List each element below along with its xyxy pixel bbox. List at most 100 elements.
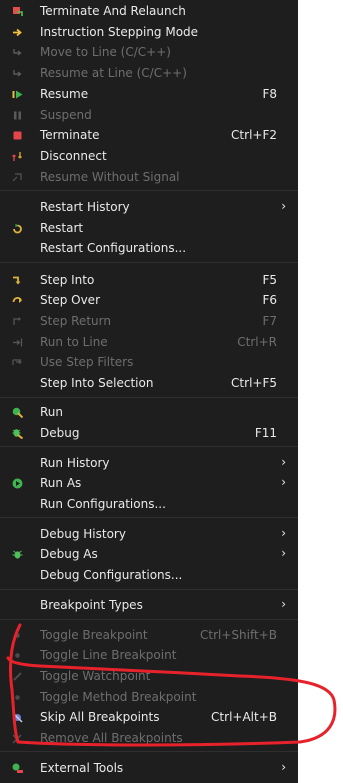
menu-separator xyxy=(0,619,298,620)
menu-item-external-tools[interactable]: External Tools › xyxy=(0,758,298,778)
menu-item-resume[interactable]: Resume F8 xyxy=(0,84,298,104)
menu-item-label: Debug xyxy=(40,426,80,440)
menu-item-restart[interactable]: Restart xyxy=(0,218,298,238)
menu-item-step-return[interactable]: Step Return F7 xyxy=(0,311,298,331)
menu-separator xyxy=(0,262,298,263)
menu-item-shortcut: Ctrl+Shift+B xyxy=(200,628,277,642)
menu-separator xyxy=(0,446,298,447)
menu-item-shortcut: F5 xyxy=(262,273,277,287)
menu-item-skip-all-breakpoints[interactable]: Skip All Breakpoints Ctrl+Alt+B xyxy=(0,707,298,727)
menu-item-use-step-filters[interactable]: Use Step Filters xyxy=(0,352,298,372)
menu-item-run-as[interactable]: Run As › xyxy=(0,473,298,493)
menu-item-label: Step Into Selection xyxy=(40,376,154,390)
menu-item-label: Breakpoint Types xyxy=(40,598,143,612)
menu-item-shortcut: F7 xyxy=(262,314,277,328)
menu-item-label: Restart xyxy=(40,221,84,235)
menu-item-step-into-selection[interactable]: Step Into Selection Ctrl+F5 xyxy=(0,373,298,393)
menu-item-toggle-breakpoint[interactable]: Toggle Breakpoint Ctrl+Shift+B xyxy=(0,625,298,645)
menu-item-label: Run History xyxy=(40,456,110,470)
menu-item-label: External Tools xyxy=(40,761,124,775)
resume-without-signal-icon xyxy=(12,173,22,182)
submenu-arrow-icon: › xyxy=(281,546,286,560)
menu-item-shortcut: F8 xyxy=(262,87,277,101)
menu-item-shortcut: F6 xyxy=(262,293,277,307)
menu-item-remove-all-breakpoints[interactable]: Remove All Breakpoints xyxy=(0,728,298,748)
move-to-line-icon xyxy=(13,49,22,56)
menu-item-label: Debug As xyxy=(40,547,98,561)
submenu-arrow-icon: › xyxy=(281,597,286,611)
menu-item-label: Suspend xyxy=(40,108,92,122)
remove-breakpoints-icon xyxy=(12,734,22,744)
menu-item-label: Disconnect xyxy=(40,149,107,163)
menu-item-shortcut: Ctrl+R xyxy=(237,335,277,349)
menu-item-label: Toggle Method Breakpoint xyxy=(40,690,197,704)
resume-at-line-icon xyxy=(13,70,22,77)
menu-item-label: Use Step Filters xyxy=(40,355,134,369)
menu-item-restart-configurations[interactable]: Restart Configurations... xyxy=(0,238,298,258)
menu-item-label: Skip All Breakpoints xyxy=(40,710,160,724)
menu-item-toggle-line-breakpoint[interactable]: Toggle Line Breakpoint xyxy=(0,645,298,665)
skip-breakpoints-icon xyxy=(12,712,23,723)
menu-item-label: Restart History xyxy=(40,200,130,214)
run-menu: Terminate And Relaunch Instruction Stepp… xyxy=(0,0,298,783)
run-icon xyxy=(12,407,23,418)
resume-icon xyxy=(12,90,23,99)
menu-item-toggle-watchpoint[interactable]: Toggle Watchpoint xyxy=(0,666,298,686)
menu-separator xyxy=(0,517,298,518)
menu-item-label: Run xyxy=(40,405,64,419)
terminate-relaunch-icon xyxy=(13,7,23,16)
menu-item-label: Resume at Line (C/C++) xyxy=(40,66,187,80)
toggle-line-breakpoint-icon xyxy=(15,653,20,658)
menu-item-label: Debug History xyxy=(40,527,126,541)
menu-item-terminate-relaunch[interactable]: Terminate And Relaunch xyxy=(0,1,298,21)
menu-item-debug-history[interactable]: Debug History › xyxy=(0,524,298,544)
menu-item-debug-as[interactable]: Debug As › xyxy=(0,544,298,564)
submenu-arrow-icon: › xyxy=(281,199,286,213)
menu-item-label: Run Configurations... xyxy=(40,497,166,511)
menu-separator xyxy=(0,190,298,191)
submenu-arrow-icon: › xyxy=(281,526,286,540)
menu-item-run-to-line[interactable]: Run to Line Ctrl+R xyxy=(0,332,298,352)
menu-item-shortcut: Ctrl+F5 xyxy=(231,376,277,390)
submenu-arrow-icon: › xyxy=(281,760,286,774)
menu-item-instruction-stepping[interactable]: Instruction Stepping Mode xyxy=(0,22,298,42)
menu-item-run-history[interactable]: Run History › xyxy=(0,453,298,473)
menu-separator xyxy=(0,751,298,752)
suspend-icon xyxy=(14,111,21,120)
menu-item-step-over[interactable]: Step Over F6 xyxy=(0,290,298,310)
toggle-breakpoint-icon xyxy=(15,633,20,638)
menu-item-step-into[interactable]: Step Into F5 xyxy=(0,270,298,290)
menu-item-run-configurations[interactable]: Run Configurations... xyxy=(0,494,298,514)
menu-item-restart-history[interactable]: Restart History › xyxy=(0,197,298,217)
menu-item-label: Terminate xyxy=(40,128,100,142)
menu-item-debug[interactable]: Debug F11 xyxy=(0,423,298,443)
menu-item-resume-without-signal[interactable]: Resume Without Signal xyxy=(0,167,298,187)
debug-icon xyxy=(12,429,23,439)
menu-separator xyxy=(0,589,298,590)
menu-item-move-to-line[interactable]: Move to Line (C/C++) xyxy=(0,42,298,62)
toggle-watchpoint-icon xyxy=(13,672,22,681)
menu-item-label: Restart Configurations... xyxy=(40,241,187,255)
menu-item-resume-at-line[interactable]: Resume at Line (C/C++) xyxy=(0,63,298,83)
step-over-icon xyxy=(12,297,22,303)
menu-item-debug-configurations[interactable]: Debug Configurations... xyxy=(0,565,298,585)
menu-item-label: Step Return xyxy=(40,314,111,328)
step-into-icon xyxy=(13,276,21,285)
submenu-arrow-icon: › xyxy=(281,455,286,469)
menu-item-label: Step Into xyxy=(40,273,95,287)
terminate-icon xyxy=(13,131,22,140)
menu-item-terminate[interactable]: Terminate Ctrl+F2 xyxy=(0,125,298,145)
menu-item-breakpoint-types[interactable]: Breakpoint Types › xyxy=(0,595,298,615)
menu-item-label: Toggle Line Breakpoint xyxy=(40,648,177,662)
menu-item-label: Step Over xyxy=(40,293,100,307)
menu-item-label: Run to Line xyxy=(40,335,108,349)
menu-item-label: Move to Line (C/C++) xyxy=(40,45,171,59)
menu-item-toggle-method-breakpoint[interactable]: Toggle Method Breakpoint xyxy=(0,687,298,707)
menu-item-disconnect[interactable]: Disconnect xyxy=(0,146,298,166)
menu-item-label: Remove All Breakpoints xyxy=(40,731,183,745)
disconnect-icon xyxy=(12,152,22,161)
menu-item-run[interactable]: Run xyxy=(0,402,298,422)
menu-item-label: Instruction Stepping Mode xyxy=(40,25,199,39)
menu-item-suspend[interactable]: Suspend xyxy=(0,105,298,125)
menu-item-label: Run As xyxy=(40,476,82,490)
